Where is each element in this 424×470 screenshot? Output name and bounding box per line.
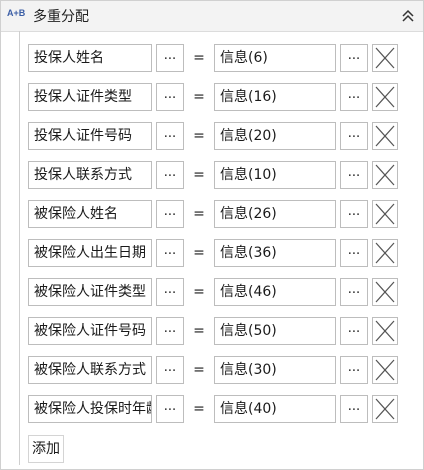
value-browse-button[interactable]: ...: [340, 161, 368, 189]
target-variable-field[interactable]: 投保人证件类型: [28, 83, 152, 111]
target-browse-button[interactable]: ...: [156, 161, 184, 189]
close-icon: [375, 359, 395, 381]
value-expression-field[interactable]: 信息(6): [214, 44, 336, 72]
value-expression-field[interactable]: 信息(16): [214, 83, 336, 111]
target-browse-button[interactable]: ...: [156, 44, 184, 72]
equals-sign: =: [193, 167, 205, 183]
assignment-row: 被保险人投保时年龄 ... = 信息(40) ...: [28, 395, 420, 425]
target-variable-field[interactable]: 被保险人出生日期: [28, 239, 152, 267]
value-browse-button[interactable]: ...: [340, 44, 368, 72]
target-browse-button[interactable]: ...: [156, 356, 184, 384]
equals-sign: =: [193, 50, 205, 66]
close-icon: [375, 281, 395, 303]
value-expression-field[interactable]: 信息(20): [214, 122, 336, 150]
value-expression-field[interactable]: 信息(30): [214, 356, 336, 384]
target-browse-button[interactable]: ...: [156, 239, 184, 267]
delete-row-button[interactable]: [372, 239, 398, 267]
equals-sign: =: [193, 401, 205, 417]
assignment-row: 投保人证件类型 ... = 信息(16) ...: [28, 83, 420, 113]
target-variable-field[interactable]: 被保险人联系方式: [28, 356, 152, 384]
close-icon: [375, 203, 395, 225]
target-variable-field[interactable]: 投保人联系方式: [28, 161, 152, 189]
target-variable-field[interactable]: 被保险人投保时年龄: [28, 395, 152, 423]
value-expression-field[interactable]: 信息(36): [214, 239, 336, 267]
target-variable-field[interactable]: 投保人姓名: [28, 44, 152, 72]
delete-row-button[interactable]: [372, 278, 398, 306]
value-browse-button[interactable]: ...: [340, 200, 368, 228]
value-expression-field[interactable]: 信息(46): [214, 278, 336, 306]
equals-sign: =: [193, 128, 205, 144]
delete-row-button[interactable]: [372, 161, 398, 189]
close-icon: [375, 125, 395, 147]
panel-header: A+B 多重分配: [1, 1, 423, 32]
multi-assign-panel: A+B 多重分配 投保人姓名 ... = 信息(6) ... 投保人证件类型 .…: [0, 0, 424, 470]
delete-row-button[interactable]: [372, 122, 398, 150]
assignment-row: 被保险人证件类型 ... = 信息(46) ...: [28, 278, 420, 308]
target-browse-button[interactable]: ...: [156, 395, 184, 423]
close-icon: [375, 164, 395, 186]
target-browse-button[interactable]: ...: [156, 317, 184, 345]
assignment-row: 被保险人联系方式 ... = 信息(30) ...: [28, 356, 420, 386]
double-chevron-up-icon[interactable]: [399, 7, 417, 25]
assignment-row: 被保险人证件号码 ... = 信息(50) ...: [28, 317, 420, 347]
close-icon: [375, 398, 395, 420]
value-expression-field[interactable]: 信息(10): [214, 161, 336, 189]
target-browse-button[interactable]: ...: [156, 83, 184, 111]
value-browse-button[interactable]: ...: [340, 317, 368, 345]
equals-sign: =: [193, 245, 205, 261]
target-variable-field[interactable]: 被保险人证件类型: [28, 278, 152, 306]
delete-row-button[interactable]: [372, 356, 398, 384]
assignment-row: 被保险人出生日期 ... = 信息(36) ...: [28, 239, 420, 269]
value-browse-button[interactable]: ...: [340, 395, 368, 423]
delete-row-button[interactable]: [372, 200, 398, 228]
value-browse-button[interactable]: ...: [340, 356, 368, 384]
close-icon: [375, 242, 395, 264]
assignment-row: 被保险人姓名 ... = 信息(26) ...: [28, 200, 420, 230]
target-variable-field[interactable]: 投保人证件号码: [28, 122, 152, 150]
assignment-row: 投保人姓名 ... = 信息(6) ...: [28, 44, 420, 74]
value-expression-field[interactable]: 信息(50): [214, 317, 336, 345]
value-browse-button[interactable]: ...: [340, 83, 368, 111]
close-icon: [375, 47, 395, 69]
equals-sign: =: [193, 206, 205, 222]
delete-row-button[interactable]: [372, 83, 398, 111]
value-browse-button[interactable]: ...: [340, 239, 368, 267]
equals-sign: =: [193, 284, 205, 300]
equals-sign: =: [193, 362, 205, 378]
target-browse-button[interactable]: ...: [156, 200, 184, 228]
panel-title: 多重分配: [33, 9, 89, 25]
assignment-row: 投保人联系方式 ... = 信息(10) ...: [28, 161, 420, 191]
value-browse-button[interactable]: ...: [340, 122, 368, 150]
add-button[interactable]: 添加: [28, 435, 64, 463]
value-expression-field[interactable]: 信息(26): [214, 200, 336, 228]
value-expression-field[interactable]: 信息(40): [214, 395, 336, 423]
close-icon: [375, 86, 395, 108]
delete-row-button[interactable]: [372, 395, 398, 423]
delete-row-button[interactable]: [372, 44, 398, 72]
equals-sign: =: [193, 323, 205, 339]
value-browse-button[interactable]: ...: [340, 278, 368, 306]
assign-icon: A+B: [7, 8, 26, 18]
close-icon: [375, 320, 395, 342]
assignment-list: 投保人姓名 ... = 信息(6) ... 投保人证件类型 ... = 信息(1…: [19, 31, 422, 465]
assignment-row: 投保人证件号码 ... = 信息(20) ...: [28, 122, 420, 152]
target-browse-button[interactable]: ...: [156, 122, 184, 150]
target-variable-field[interactable]: 被保险人证件号码: [28, 317, 152, 345]
equals-sign: =: [193, 89, 205, 105]
target-browse-button[interactable]: ...: [156, 278, 184, 306]
target-variable-field[interactable]: 被保险人姓名: [28, 200, 152, 228]
delete-row-button[interactable]: [372, 317, 398, 345]
